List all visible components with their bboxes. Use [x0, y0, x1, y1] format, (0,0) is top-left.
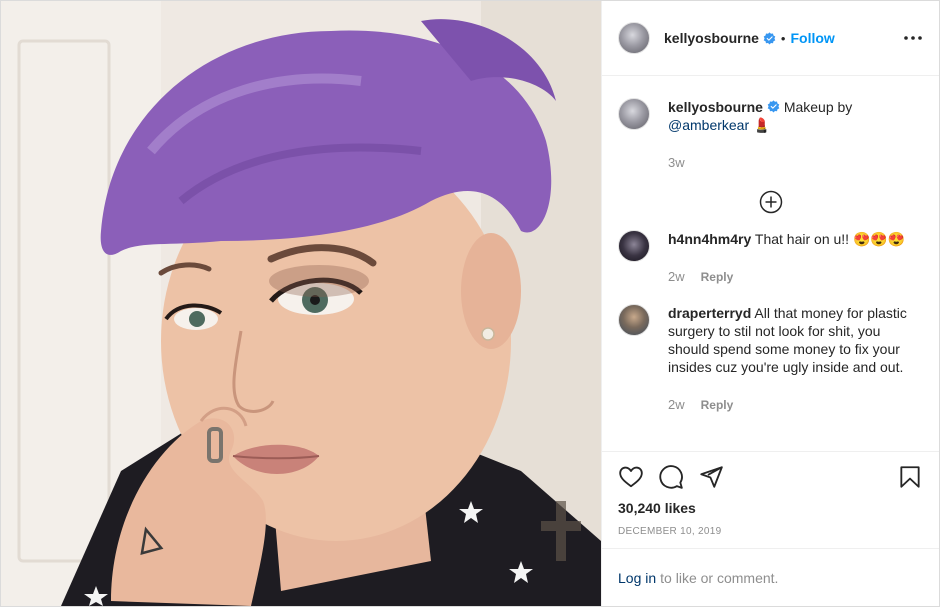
verified-badge-icon — [767, 100, 780, 113]
caption-emoji: 💄 — [753, 117, 771, 133]
commenter-avatar[interactable] — [618, 304, 650, 336]
header-separator: • — [780, 30, 786, 46]
reply-button[interactable]: Reply — [701, 268, 734, 286]
caption-body: kellyosbourne Makeup by @amberkear 💄 3w — [668, 98, 920, 172]
caption-meta: 3w — [668, 154, 920, 172]
comments-list: kellyosbourne Makeup by @amberkear 💄 3w — [602, 76, 939, 451]
login-prompt-text: to like or comment. — [660, 569, 779, 586]
reply-button[interactable]: Reply — [701, 396, 734, 414]
login-prompt: Log in to like or comment. — [602, 548, 939, 606]
comment-timestamp[interactable]: 2w — [668, 396, 685, 414]
comment-username[interactable]: h4nn4hm4ry — [668, 231, 751, 247]
likes-count[interactable]: 30,240 likes — [618, 500, 923, 516]
post-side-panel: kellyosbourne • Follow kellyosbourne Mak… — [601, 1, 939, 606]
instagram-post: kellyosbourne • Follow kellyosbourne Mak… — [0, 0, 940, 607]
comment-body: h4nn4hm4ry That hair on u!! 😍😍😍 2w Reply — [668, 230, 920, 286]
comment-timestamp[interactable]: 2w — [668, 268, 685, 286]
post-actions: 30,240 likes DECEMBER 10, 2019 — [602, 451, 939, 548]
action-icons — [618, 462, 923, 492]
share-icon[interactable] — [698, 464, 724, 490]
author-avatar[interactable] — [618, 22, 650, 54]
comment-meta: 2w Reply — [668, 396, 920, 414]
caption-text: Makeup by — [783, 99, 853, 115]
comment-item: h4nn4hm4ry That hair on u!! 😍😍😍 2w Reply — [618, 230, 923, 286]
commenter-avatar[interactable] — [618, 230, 650, 262]
login-link[interactable]: Log in — [618, 570, 656, 586]
caption-timestamp[interactable]: 3w — [668, 154, 685, 172]
author-username[interactable]: kellyosbourne — [664, 30, 759, 46]
comment-username[interactable]: draperterryd — [668, 305, 751, 321]
post-date[interactable]: DECEMBER 10, 2019 — [618, 526, 923, 537]
caption-username[interactable]: kellyosbourne — [668, 99, 763, 115]
follow-button[interactable]: Follow — [790, 30, 834, 46]
load-more-comments-icon[interactable] — [759, 190, 783, 214]
comment-text: That hair on u!! 😍😍😍 — [754, 231, 906, 247]
post-photo[interactable] — [1, 1, 601, 606]
comment-item: draperterryd All that money for plastic … — [618, 304, 923, 414]
bookmark-icon[interactable] — [897, 464, 923, 490]
portrait-illustration — [1, 1, 601, 606]
verified-badge-icon — [763, 31, 776, 44]
comment-meta: 2w Reply — [668, 268, 920, 286]
post-header: kellyosbourne • Follow — [602, 1, 939, 76]
post-caption: kellyosbourne Makeup by @amberkear 💄 3w — [618, 98, 923, 172]
caption-avatar[interactable] — [618, 98, 650, 130]
more-options-icon[interactable] — [903, 28, 923, 48]
comment-body: draperterryd All that money for plastic … — [668, 304, 920, 414]
caption-mention-link[interactable]: @amberkear — [668, 117, 749, 133]
comment-icon[interactable] — [658, 464, 684, 490]
heart-icon[interactable] — [618, 464, 644, 490]
